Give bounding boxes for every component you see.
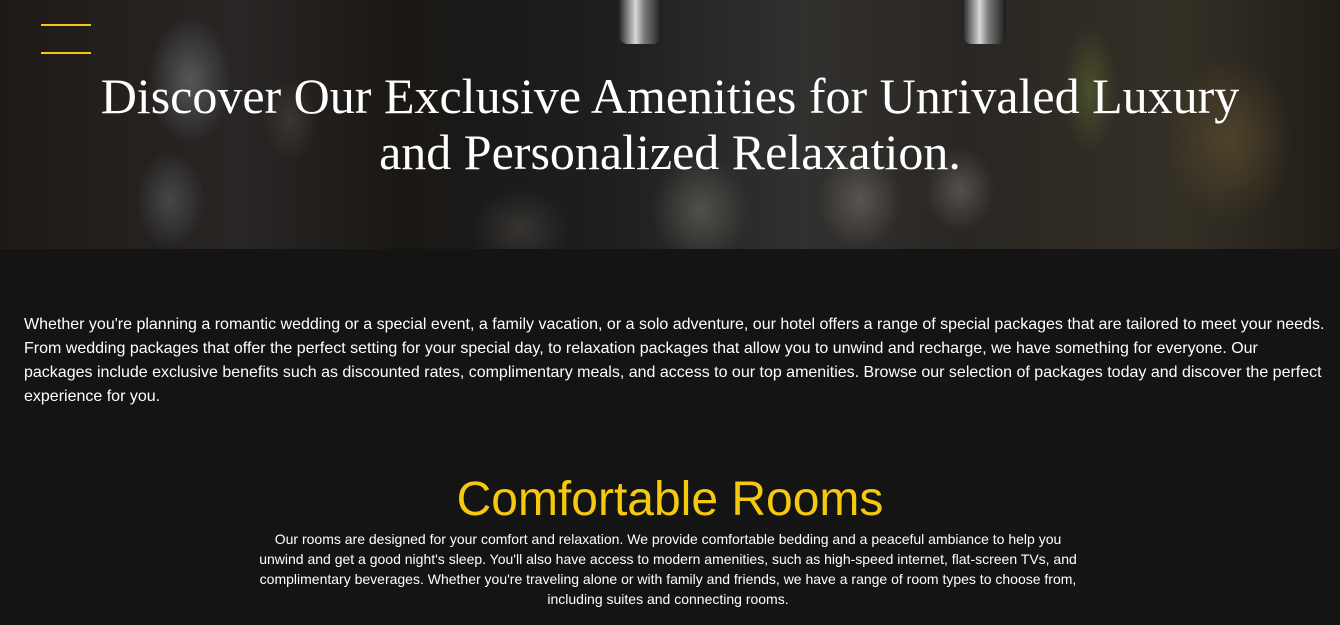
- packages-intro-text: Whether you're planning a romantic weddi…: [24, 316, 1325, 405]
- beer-tap-image: [962, 0, 1006, 44]
- hero-banner: Discover Our Exclusive Amenities for Unr…: [0, 0, 1340, 249]
- beer-tap-image: [618, 0, 662, 44]
- hero-title: Discover Our Exclusive Amenities for Unr…: [100, 68, 1240, 180]
- rooms-section-text: Our rooms are designed for your comfort …: [259, 531, 1077, 607]
- rooms-section-title: Comfortable Rooms: [456, 473, 884, 526]
- menu-bar-top: [41, 24, 91, 26]
- hamburger-menu-icon[interactable]: [41, 24, 91, 54]
- menu-bar-bottom: [41, 52, 91, 54]
